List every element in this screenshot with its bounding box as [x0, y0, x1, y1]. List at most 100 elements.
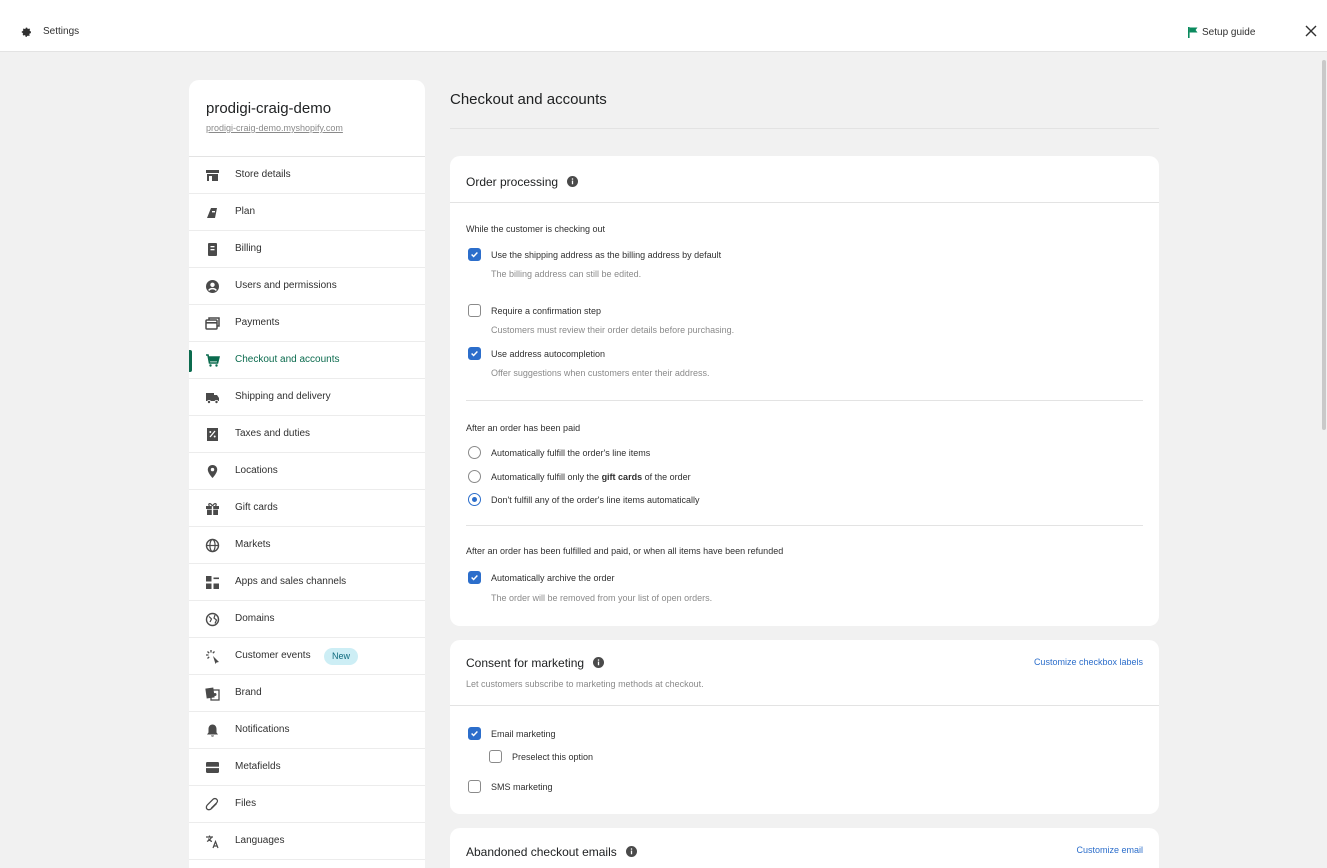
option-label: Automatically fulfill the order's line i…: [491, 447, 651, 458]
sidebar-item-label: Users and permissions: [235, 280, 337, 291]
option-label-part: of the order: [642, 471, 691, 482]
option-label: Automatically fulfill only the gift card…: [491, 472, 691, 482]
customize-email-link[interactable]: Customize email: [1076, 845, 1143, 855]
card-title: Consent for marketing: [466, 656, 585, 670]
store-icon: [205, 168, 220, 183]
option-label-bold: gift cards: [601, 471, 643, 482]
store-name: prodigi-craig-demo: [206, 100, 332, 117]
bell-icon: [205, 723, 220, 738]
new-badge: New: [324, 648, 359, 665]
customize-checkbox-labels-link[interactable]: Customize checkbox labels: [1034, 657, 1143, 667]
sidebar-item-shipping[interactable]: Shipping and delivery: [189, 379, 425, 416]
sidebar-item-checkout[interactable]: Checkout and accounts: [189, 342, 425, 379]
sidebar-item-label: Domains: [235, 613, 275, 624]
archive-checkbox[interactable]: [468, 571, 481, 584]
sidebar-item-customer-events[interactable]: Customer events New: [189, 638, 425, 675]
sidebar-item-gift-cards[interactable]: Gift cards: [189, 490, 425, 527]
store-url-link[interactable]: prodigi-craig-demo.myshopify.com: [206, 123, 425, 133]
order-processing-card: Order processing While the customer is c…: [450, 156, 1159, 626]
sidebar-item-label: Brand: [235, 687, 262, 698]
sidebar-item-locations[interactable]: Locations: [189, 453, 425, 490]
gift-icon: [205, 501, 220, 516]
sidebar-item-plan[interactable]: Plan: [189, 194, 425, 231]
top-bar: Settings Setup guide: [0, 0, 1327, 52]
shipping-as-billing-option[interactable]: Use the shipping address as the billing …: [468, 248, 721, 261]
billing-icon: [205, 242, 220, 257]
sidebar-item-store-details[interactable]: Store details: [189, 157, 425, 194]
option-label: SMS marketing: [491, 781, 553, 792]
archive-option[interactable]: Automatically archive the order: [468, 571, 615, 584]
card-header: Order processing: [450, 156, 1159, 203]
sidebar-item-billing[interactable]: Billing: [189, 231, 425, 268]
sidebar-item-users[interactable]: Users and permissions: [189, 268, 425, 305]
sidebar-item-label: Taxes and duties: [235, 428, 311, 439]
sidebar-item-taxes[interactable]: Taxes and duties: [189, 416, 425, 453]
abandoned-checkout-card: Abandoned checkout emails Customize emai…: [450, 828, 1159, 868]
card-title: Abandoned checkout emails: [466, 845, 617, 859]
info-icon[interactable]: [567, 176, 579, 187]
sidebar-item-markets[interactable]: Markets: [189, 527, 425, 564]
sidebar-item-label: Gift cards: [235, 502, 278, 513]
sidebar-item-label: Billing: [235, 243, 262, 254]
preselect-checkbox[interactable]: [489, 750, 502, 763]
fulfill-none-option[interactable]: Don't fulfill any of the order's line it…: [468, 493, 700, 506]
sidebar-item-domains[interactable]: Domains: [189, 601, 425, 638]
option-label-part: Automatically fulfill only the: [491, 471, 602, 482]
sidebar-item-files[interactable]: Files: [189, 786, 425, 823]
sidebar-item-languages[interactable]: Languages: [189, 823, 425, 860]
confirmation-step-option[interactable]: Require a confirmation step: [468, 304, 601, 317]
sms-marketing-checkbox[interactable]: [468, 780, 481, 793]
section-label: After an order has been paid: [466, 423, 581, 433]
shipping-as-billing-checkbox[interactable]: [468, 248, 481, 261]
option-label: Email marketing: [491, 728, 556, 739]
user-icon: [205, 279, 220, 294]
domains-icon: [205, 612, 220, 627]
fulfill-none-radio[interactable]: [468, 493, 481, 506]
sidebar-item-brand[interactable]: Brand: [189, 675, 425, 712]
metafields-icon: [205, 760, 220, 775]
autocompletion-option[interactable]: Use address autocompletion: [468, 347, 605, 360]
paperclip-icon: [205, 797, 220, 812]
globe-icon: [205, 538, 220, 553]
card-header: Consent for marketing Let customers subs…: [450, 640, 1159, 706]
preselect-option[interactable]: Preselect this option: [489, 750, 593, 763]
fulfill-gift-cards-option[interactable]: Automatically fulfill only the gift card…: [468, 470, 691, 483]
fulfill-all-option[interactable]: Automatically fulfill the order's line i…: [468, 446, 650, 459]
section-label: While the customer is checking out: [466, 224, 606, 234]
sidebar-item-label: Locations: [235, 465, 278, 476]
option-label: Preselect this option: [512, 751, 594, 762]
fulfill-gift-cards-radio[interactable]: [468, 470, 481, 483]
email-marketing-option[interactable]: Email marketing: [468, 727, 556, 740]
sidebar-item-label: Metafields: [235, 761, 281, 772]
sidebar-item-metafields[interactable]: Metafields: [189, 749, 425, 786]
sidebar-item-notifications[interactable]: Notifications: [189, 712, 425, 749]
language-icon: [205, 834, 220, 849]
location-icon: [205, 464, 220, 479]
divider: [466, 400, 1143, 401]
sidebar-item-label: Plan: [235, 206, 256, 217]
help-text: Customers must review their order detail…: [491, 325, 735, 335]
fulfill-all-radio[interactable]: [468, 446, 481, 459]
info-icon[interactable]: [593, 657, 605, 668]
info-icon[interactable]: [625, 846, 637, 857]
sidebar-item-label: Markets: [235, 539, 271, 550]
scrollbar-thumb[interactable]: [1322, 60, 1326, 430]
payments-icon: [205, 316, 220, 331]
truck-icon: [205, 390, 220, 405]
sidebar-item-label: Files: [235, 798, 257, 809]
sidebar-item-label: Store details: [235, 169, 291, 180]
close-icon[interactable]: [1302, 21, 1320, 41]
setup-guide-link[interactable]: Setup guide: [1202, 27, 1255, 38]
tax-icon: [205, 427, 220, 442]
sidebar-item-apps[interactable]: Apps and sales channels: [189, 564, 425, 601]
card-title: Order processing: [466, 175, 559, 189]
confirmation-step-checkbox[interactable]: [468, 304, 481, 317]
email-marketing-checkbox[interactable]: [468, 727, 481, 740]
sidebar-item-payments[interactable]: Payments: [189, 305, 425, 342]
apps-icon: [205, 575, 220, 590]
sidebar-item-label: Shipping and delivery: [235, 391, 331, 402]
section-title: Checkout and accounts: [450, 91, 607, 108]
autocompletion-checkbox[interactable]: [468, 347, 481, 360]
help-text: The billing address can still be edited.: [491, 269, 642, 279]
sms-marketing-option[interactable]: SMS marketing: [468, 780, 553, 793]
